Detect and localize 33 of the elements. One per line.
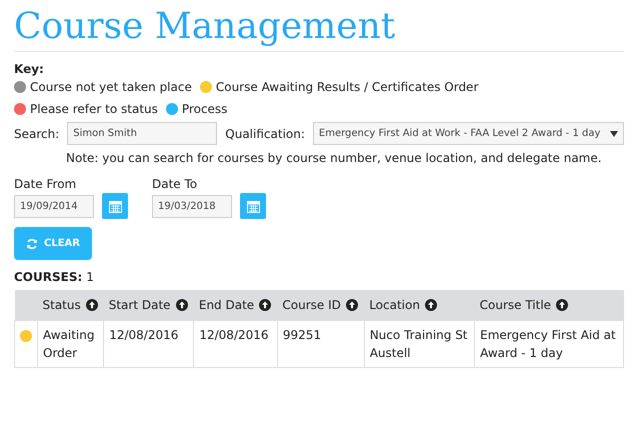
calendar-icon [108, 200, 122, 213]
sort-arrow-icon[interactable] [259, 299, 272, 312]
table-cell: 12/08/2016 [199, 328, 269, 342]
table-cell: Emergency First Aid at Award - 1 day [480, 328, 616, 360]
course-count: 1 [86, 269, 94, 286]
legend-label: Course not yet taken place [30, 79, 192, 96]
sort-arrow-icon[interactable] [176, 299, 188, 312]
date-label: Date From [14, 176, 78, 194]
courses-label: COURSES: [14, 269, 82, 286]
table-cell: 99251 [282, 328, 322, 342]
key-label: Key: [14, 61, 45, 78]
calendar-icon [246, 200, 260, 213]
search-note: Note: you can search for courses by course number, venue location, and delegate name. [66, 150, 603, 168]
qualification-label: Qualification: [225, 126, 305, 143]
page-title: Course Management [14, 6, 624, 52]
date-field[interactable]: 19/03/2018 [152, 194, 232, 218]
table-cell: Awaiting Order [43, 328, 94, 360]
sort-arrow-icon[interactable] [556, 299, 568, 312]
legend-label: Please refer to status [30, 101, 158, 118]
date-label: Date To [152, 176, 198, 194]
legend-label: Course Awaiting Results / Certificates Order [216, 79, 478, 96]
table-cell: 12/08/2016 [109, 328, 178, 342]
table-cell: Nuco Training St Austell [370, 328, 468, 360]
sort-arrow-icon[interactable] [86, 299, 98, 312]
date-field[interactable]: 19/09/2014 [14, 194, 94, 218]
caret-icon [610, 130, 618, 137]
qualification-select[interactable]: Emergency First Aid at Work - FAA Level 2 Award - 1 day [312, 122, 624, 146]
sort-arrow-icon[interactable] [424, 299, 437, 312]
search-label: Search: [14, 126, 60, 143]
search-field[interactable]: Simon Smith [67, 122, 218, 146]
legend-label: Process [182, 101, 228, 118]
sort-arrow-icon[interactable] [346, 299, 358, 312]
refresh-icon [26, 238, 38, 250]
